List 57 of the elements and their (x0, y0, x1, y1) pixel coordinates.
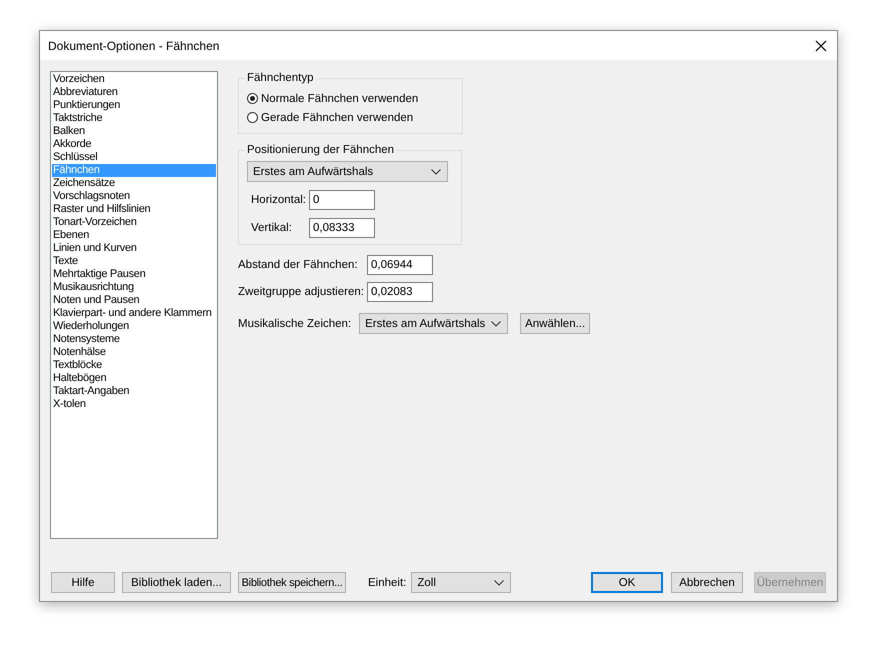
list-item[interactable]: Klavierpart- und andere Klammern (52, 307, 216, 320)
radio-button[interactable] (247, 93, 258, 104)
list-item[interactable]: Raster und Hilfslinien (52, 203, 216, 216)
caret-icon (431, 168, 441, 174)
dropdown[interactable]: Zoll (411, 572, 512, 593)
list-item[interactable]: Akkorde (52, 138, 216, 151)
field-label: Musikalische Zeichen: (238, 318, 352, 330)
radio-button[interactable] (247, 112, 258, 123)
group-title: Fähnchentyp (246, 72, 314, 84)
list-item[interactable]: Wiederholungen (52, 320, 216, 333)
radio-label[interactable]: Normale Fähnchen verwenden (261, 92, 418, 104)
input-field[interactable]: 0,08333 (309, 218, 375, 238)
list-item[interactable]: Mehrtaktige Pausen (52, 268, 216, 281)
list-item[interactable]: Vorzeichen (52, 73, 216, 86)
list-item[interactable]: Abbreviaturen (52, 86, 216, 99)
field-label: Abstand der Fähnchen: (238, 259, 359, 271)
unit-label: Einheit: (368, 576, 406, 588)
list-item[interactable]: Schlüssel (52, 151, 216, 164)
category-list[interactable] (50, 71, 218, 539)
list-item[interactable]: Ebenen (52, 229, 216, 242)
select-button[interactable]: Anwählen... (520, 313, 590, 334)
input-field[interactable]: 0,06944 (367, 255, 433, 275)
list-item[interactable]: X-tolen (52, 398, 216, 411)
field-label: Vertikal: (250, 222, 293, 234)
footer-button[interactable]: Hilfe (51, 572, 115, 593)
input-field[interactable]: 0,02083 (367, 282, 433, 302)
list-item[interactable]: Punktierungen (52, 99, 216, 112)
input-field[interactable]: 0 (309, 190, 375, 210)
list-item[interactable]: Notensysteme (52, 333, 216, 346)
list-item[interactable]: Linien und Kurven (52, 242, 216, 255)
radio-label[interactable]: Gerade Fähnchen verwenden (261, 112, 414, 124)
list-item[interactable]: Taktart-Angaben (52, 385, 216, 398)
list-item[interactable]: Textblöcke (52, 359, 216, 372)
list-item[interactable]: Balken (52, 125, 216, 138)
list-item[interactable]: Zeichensätze (52, 177, 216, 190)
close-icon[interactable] (815, 40, 827, 52)
action-button: Übernehmen (754, 572, 826, 593)
list-item[interactable]: Tonart-Vorzeichen (52, 216, 216, 229)
list-item[interactable]: Notenhälse (52, 346, 216, 359)
footer-button[interactable]: Bibliothek laden... (122, 572, 231, 593)
group-title: Positionierung der Fähnchen (246, 144, 396, 156)
dropdown[interactable]: Erstes am Aufwärtshals (247, 161, 448, 182)
dropdown[interactable]: Erstes am Aufwärtshals (359, 313, 508, 334)
footer-button[interactable]: Bibliothek speichern... (238, 572, 346, 593)
list-item[interactable]: Haltebögen (52, 372, 216, 385)
list-item[interactable]: Musikausrichtung (52, 281, 216, 294)
list-item[interactable]: Vorschlagsnoten (52, 190, 216, 203)
caret-icon (491, 320, 502, 326)
list-item[interactable]: Taktstriche (52, 112, 216, 125)
field-label: Zweitgruppe adjustieren: (238, 286, 365, 298)
list-item[interactable]: Noten und Pausen (52, 294, 216, 307)
caret-icon (494, 580, 504, 586)
window-title: Dokument-Optionen - Fähnchen (48, 38, 220, 52)
field-label: Horizontal: (250, 194, 307, 206)
action-button[interactable]: Abbrechen (671, 572, 743, 593)
list-item[interactable]: Texte (52, 255, 216, 268)
action-button[interactable]: OK (591, 572, 663, 593)
